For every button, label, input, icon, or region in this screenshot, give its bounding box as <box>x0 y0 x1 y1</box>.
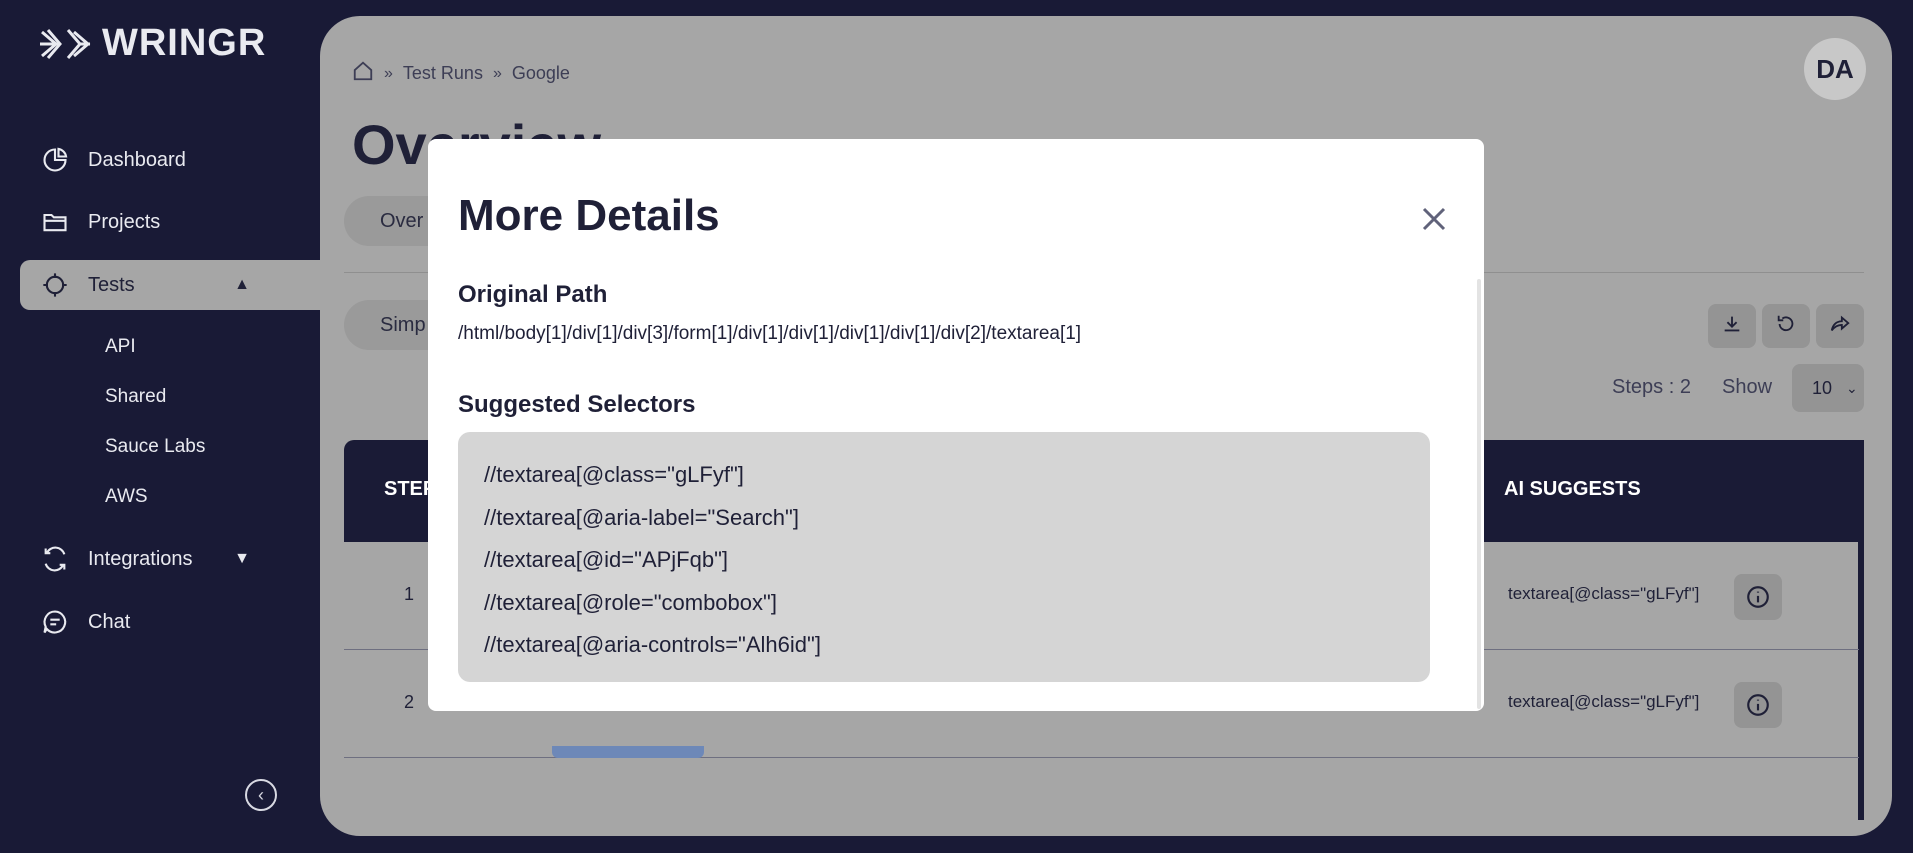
sidebar-item-label: Dashboard <box>88 148 186 171</box>
sidebar-item-dashboard[interactable]: Dashboard <box>20 135 320 185</box>
sidebar-item-label: Tests <box>88 273 135 296</box>
original-path-value: /html/body[1]/div[1]/div[3]/form[1]/div[… <box>458 323 1082 344</box>
sidebar-item-label: Chat <box>88 610 131 633</box>
step-number: 1 <box>404 584 415 604</box>
double-chevron-icon: » <box>492 64 502 82</box>
selector-item[interactable]: //textarea[@class="gLFyf"] <box>484 454 1404 497</box>
selector-item[interactable]: //textarea[@id="APjFqb"] <box>484 539 1404 582</box>
download-icon <box>1721 313 1743 340</box>
column-header-ai-suggests: AI SUGGESTS <box>1504 478 1641 500</box>
crosshair-icon <box>40 270 70 300</box>
double-chevron-icon: » <box>384 64 393 82</box>
chevron-left-icon: ‹ <box>258 784 264 805</box>
info-button[interactable] <box>1734 574 1782 620</box>
logo-text: WRINGR <box>102 22 267 64</box>
collapse-sidebar-button[interactable]: ‹ <box>245 779 277 811</box>
pie-chart-icon <box>40 145 70 175</box>
sidebar-subitem-sauce-labs[interactable]: Sauce Labs <box>105 436 205 458</box>
info-button[interactable] <box>1734 682 1782 728</box>
share-icon <box>1829 313 1851 340</box>
modal-scrollbar[interactable] <box>1477 279 1481 709</box>
info-icon <box>1747 586 1769 608</box>
logo-icon <box>40 28 91 59</box>
chat-icon <box>40 607 70 637</box>
avatar[interactable]: DA <box>1804 38 1866 100</box>
status-chip <box>552 746 704 758</box>
sidebar-item-label: Integrations <box>88 547 193 570</box>
share-button[interactable] <box>1816 304 1864 348</box>
breadcrumb-item[interactable]: Test Runs <box>403 63 483 84</box>
more-details-modal: More Details Original Path /html/body[1]… <box>428 139 1484 711</box>
sidebar-item-projects[interactable]: Projects <box>20 197 320 247</box>
sidebar: WRINGR Dashboard Projects Tests ▲ API Sh… <box>0 0 320 853</box>
logo[interactable]: WRINGR <box>38 22 266 65</box>
ai-suggestion: textarea[@class="gLFyf"] <box>1508 692 1700 711</box>
refresh-icon <box>40 544 70 574</box>
info-icon <box>1747 694 1769 716</box>
steps-count: Steps : 2 <box>1612 376 1691 398</box>
page-size-select[interactable]: 10 ⌄ <box>1792 364 1864 412</box>
sidebar-item-label: Projects <box>88 210 161 233</box>
home-icon[interactable] <box>352 60 374 87</box>
chevron-down-icon: ⌄ <box>1846 379 1858 396</box>
show-label: Show <box>1722 376 1773 398</box>
chevron-down-icon: ▼ <box>234 550 250 567</box>
sidebar-subitem-shared[interactable]: Shared <box>105 386 166 408</box>
ai-suggestion: textarea[@class="gLFyf"] <box>1508 584 1700 603</box>
breadcrumb: » Test Runs » Google <box>352 60 570 87</box>
sidebar-subitem-aws[interactable]: AWS <box>105 486 148 508</box>
modal-title: More Details <box>458 191 720 240</box>
suggested-selectors-label: Suggested Selectors <box>458 391 696 418</box>
sidebar-item-tests[interactable]: Tests ▲ <box>20 260 320 310</box>
breadcrumb-item[interactable]: Google <box>512 63 570 84</box>
download-button[interactable] <box>1708 304 1756 348</box>
chevron-up-icon: ▲ <box>234 276 250 293</box>
sidebar-subitem-api[interactable]: API <box>105 336 136 358</box>
suggested-selectors-box: //textarea[@class="gLFyf"] //textarea[@a… <box>458 432 1430 682</box>
original-path-label: Original Path <box>458 281 608 308</box>
selector-item[interactable]: //textarea[@aria-label="Search"] <box>484 497 1404 540</box>
folder-icon <box>40 207 70 237</box>
selector-item[interactable]: //textarea[@aria-controls="Alh6id"] <box>484 624 1404 667</box>
close-icon <box>1422 207 1446 231</box>
sidebar-item-chat[interactable]: Chat <box>20 597 320 647</box>
selector-item[interactable]: //textarea[@role="combobox"] <box>484 582 1404 625</box>
close-button[interactable] <box>1416 201 1452 237</box>
page-size-value: 10 <box>1812 377 1833 398</box>
refresh-button[interactable] <box>1762 304 1810 348</box>
refresh-icon <box>1775 313 1797 340</box>
step-number: 2 <box>404 692 415 712</box>
sidebar-item-integrations[interactable]: Integrations ▼ <box>20 534 320 584</box>
